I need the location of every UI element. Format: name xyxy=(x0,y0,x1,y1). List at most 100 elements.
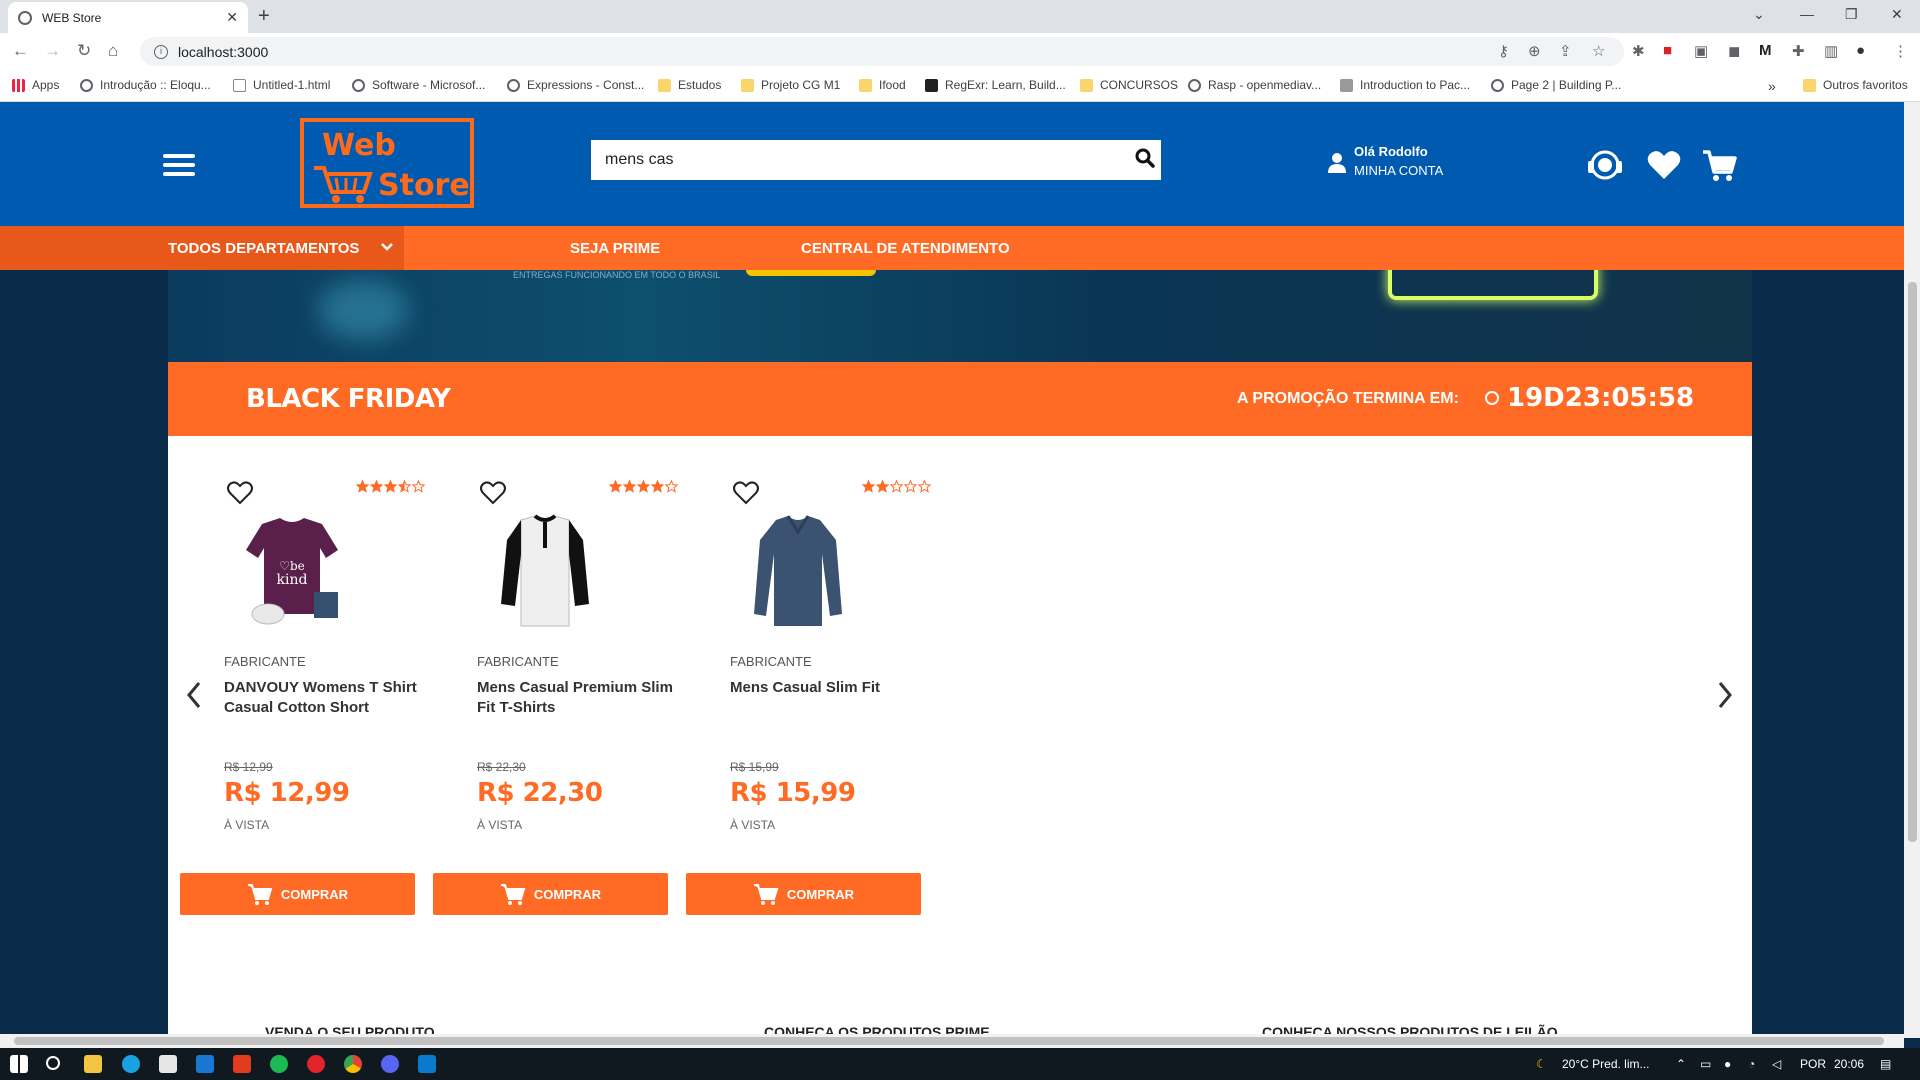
product-card[interactable]: FABRICANTE Mens Casual Premium Slim Fit … xyxy=(427,480,678,960)
vertical-scroll-thumb[interactable] xyxy=(1908,282,1917,842)
discord-icon[interactable] xyxy=(381,1055,399,1073)
close-tab-icon[interactable]: ✕ xyxy=(226,9,238,26)
side-panel-icon[interactable]: ▥ xyxy=(1824,42,1838,60)
maximize-button[interactable]: ❐ xyxy=(1845,6,1858,23)
browser-tab[interactable]: WEB Store ✕ xyxy=(8,2,248,33)
product-card[interactable]: FABRICANTE Mens Casual Slim Fit R$ 15,99… xyxy=(680,480,931,960)
extensions-puzzle-icon[interactable]: ✚ xyxy=(1792,42,1805,60)
new-tab-button[interactable]: + xyxy=(258,5,270,28)
tray-wifi-icon[interactable]: ◔ xyxy=(1748,1057,1755,1071)
browser-menu-icon[interactable]: ⋮ xyxy=(1893,42,1908,60)
product-name[interactable]: Mens Casual Slim Fit xyxy=(730,678,940,698)
back-icon[interactable]: ← xyxy=(12,41,29,61)
tray-language[interactable]: POR xyxy=(1800,1057,1826,1071)
spotify-icon[interactable] xyxy=(270,1055,288,1073)
edge-icon[interactable] xyxy=(122,1055,140,1073)
weather-moon-icon[interactable]: ☾ xyxy=(1536,1057,1547,1071)
minimize-button[interactable]: — xyxy=(1800,6,1814,22)
bookmark-item[interactable]: Software - Microsof... xyxy=(352,78,485,92)
search-icon[interactable] xyxy=(46,1056,60,1070)
cart-icon xyxy=(753,884,779,905)
bookmark-item[interactable]: Untitled-1.html xyxy=(233,78,330,92)
customer-support-icon[interactable] xyxy=(1586,146,1624,184)
menu-hamburger-icon[interactable] xyxy=(163,154,195,176)
extension-m-icon[interactable]: M xyxy=(1759,42,1772,59)
product-name[interactable]: DANVOUY Womens T Shirt Casual Cotton Sho… xyxy=(224,678,434,718)
bookmark-item[interactable]: Introduction to Pac... xyxy=(1340,78,1470,92)
hero-banner[interactable]: ENTREGAS FUNCIONANDO EM TODO O BRASIL xyxy=(168,270,1752,362)
vertical-scrollbar[interactable] xyxy=(1904,102,1920,1038)
close-window-button[interactable]: ✕ xyxy=(1891,6,1903,23)
notification-icon[interactable]: ▤ xyxy=(1880,1057,1891,1071)
wishlist-heart-icon[interactable] xyxy=(1645,146,1683,184)
file-explorer-icon[interactable] xyxy=(84,1055,102,1073)
product-card[interactable]: ♡be kind FABRICANTE DANVOUY Womens T Shi… xyxy=(174,480,425,960)
chrome-icon[interactable] xyxy=(344,1055,362,1073)
all-departments-dropdown[interactable]: TODOS DEPARTAMENTOS xyxy=(0,226,404,270)
office-icon[interactable] xyxy=(233,1055,251,1073)
horizontal-scrollbar[interactable] xyxy=(0,1034,1904,1048)
address-bar[interactable]: i localhost:3000 xyxy=(140,37,1624,66)
product-image-blue-longsleeve[interactable] xyxy=(748,514,848,632)
tray-chevron-icon[interactable]: ⌃ xyxy=(1676,1057,1686,1071)
bookmark-item[interactable]: RegExr: Learn, Build... xyxy=(925,78,1066,92)
vscode-icon[interactable] xyxy=(418,1055,436,1073)
tab-search-icon[interactable]: ⌄ xyxy=(1753,6,1765,23)
tray-network-icon[interactable]: ▭ xyxy=(1700,1057,1711,1071)
carousel-next-arrow-icon[interactable] xyxy=(1715,680,1735,710)
extension-bug-icon[interactable]: ✱ xyxy=(1632,42,1645,60)
bookmark-item[interactable]: Introdução :: Eloqu... xyxy=(80,78,211,92)
reload-icon[interactable]: ↻ xyxy=(77,41,91,61)
bookmark-folder[interactable]: CONCURSOS xyxy=(1080,78,1178,92)
tray-time[interactable]: 20:06 xyxy=(1834,1057,1864,1071)
opera-icon[interactable] xyxy=(307,1055,325,1073)
all-departments-label: TODOS DEPARTAMENTOS xyxy=(168,240,360,257)
favorite-heart-icon[interactable] xyxy=(479,480,507,506)
search-input[interactable]: mens cas xyxy=(591,140,1161,180)
bookmark-folder[interactable]: Estudos xyxy=(658,78,721,92)
star-half-icon xyxy=(398,480,411,493)
nav-link-prime[interactable]: SEJA PRIME xyxy=(570,240,660,257)
star-full-icon xyxy=(623,480,636,493)
bookmark-apps[interactable]: Apps xyxy=(12,78,59,92)
mail-icon[interactable] xyxy=(196,1055,214,1073)
web-store-logo[interactable]: Web Store xyxy=(300,118,474,208)
product-image-raglan-henley[interactable] xyxy=(495,514,595,632)
bookmark-item[interactable]: Rasp - openmediav... xyxy=(1188,78,1321,92)
bookmark-folder[interactable]: Projeto CG M1 xyxy=(741,78,840,92)
home-icon[interactable]: ⌂ xyxy=(108,41,118,61)
profile-avatar-icon[interactable]: ● xyxy=(1856,42,1865,59)
buy-button[interactable]: COMPRAR xyxy=(433,873,668,915)
bookmark-star-icon[interactable]: ☆ xyxy=(1592,42,1605,60)
cart-icon xyxy=(247,884,273,905)
extension-red-icon[interactable]: ■ xyxy=(1663,42,1672,59)
store-icon[interactable] xyxy=(159,1055,177,1073)
shopping-cart-icon[interactable] xyxy=(1700,146,1738,184)
buy-button[interactable]: COMPRAR xyxy=(686,873,921,915)
favorite-heart-icon[interactable] xyxy=(226,480,254,506)
share-icon[interactable]: ⇪ xyxy=(1559,42,1572,60)
bookmarks-more-button[interactable]: » xyxy=(1768,78,1776,94)
bookmark-folder[interactable]: Ifood xyxy=(859,78,906,92)
bookmark-item[interactable]: Page 2 | Building P... xyxy=(1491,78,1621,92)
tray-volume-icon[interactable]: ◁ xyxy=(1772,1057,1781,1071)
tray-mic-icon[interactable]: ● xyxy=(1724,1057,1731,1071)
weather-text[interactable]: 20°C Pred. lim... xyxy=(1562,1057,1650,1071)
horizontal-scroll-thumb[interactable] xyxy=(14,1037,1884,1045)
zoom-icon[interactable]: ⊕ xyxy=(1528,42,1541,60)
favorite-heart-icon[interactable] xyxy=(732,480,760,506)
nav-link-support[interactable]: CENTRAL DE ATENDIMENTO xyxy=(801,240,1010,257)
search-icon[interactable] xyxy=(1135,148,1155,168)
site-info-icon[interactable]: i xyxy=(154,44,168,59)
key-icon[interactable]: ⚷ xyxy=(1498,42,1509,60)
product-name[interactable]: Mens Casual Premium Slim Fit T-Shirts xyxy=(477,678,687,718)
bookmark-item[interactable]: Expressions - Const... xyxy=(507,78,644,92)
account-menu[interactable]: Olá Rodolfo MINHA CONTA xyxy=(1328,144,1443,178)
extension-gallery-icon[interactable]: ▣ xyxy=(1694,42,1708,60)
extension-se-icon[interactable]: ◼ xyxy=(1728,42,1740,60)
product-image-purple-tshirt[interactable]: ♡be kind xyxy=(242,514,342,632)
windows-start-icon[interactable] xyxy=(10,1055,28,1073)
bookmark-other-favorites[interactable]: Outros favoritos xyxy=(1803,78,1908,92)
buy-button[interactable]: COMPRAR xyxy=(180,873,415,915)
forward-icon[interactable]: → xyxy=(44,41,61,61)
